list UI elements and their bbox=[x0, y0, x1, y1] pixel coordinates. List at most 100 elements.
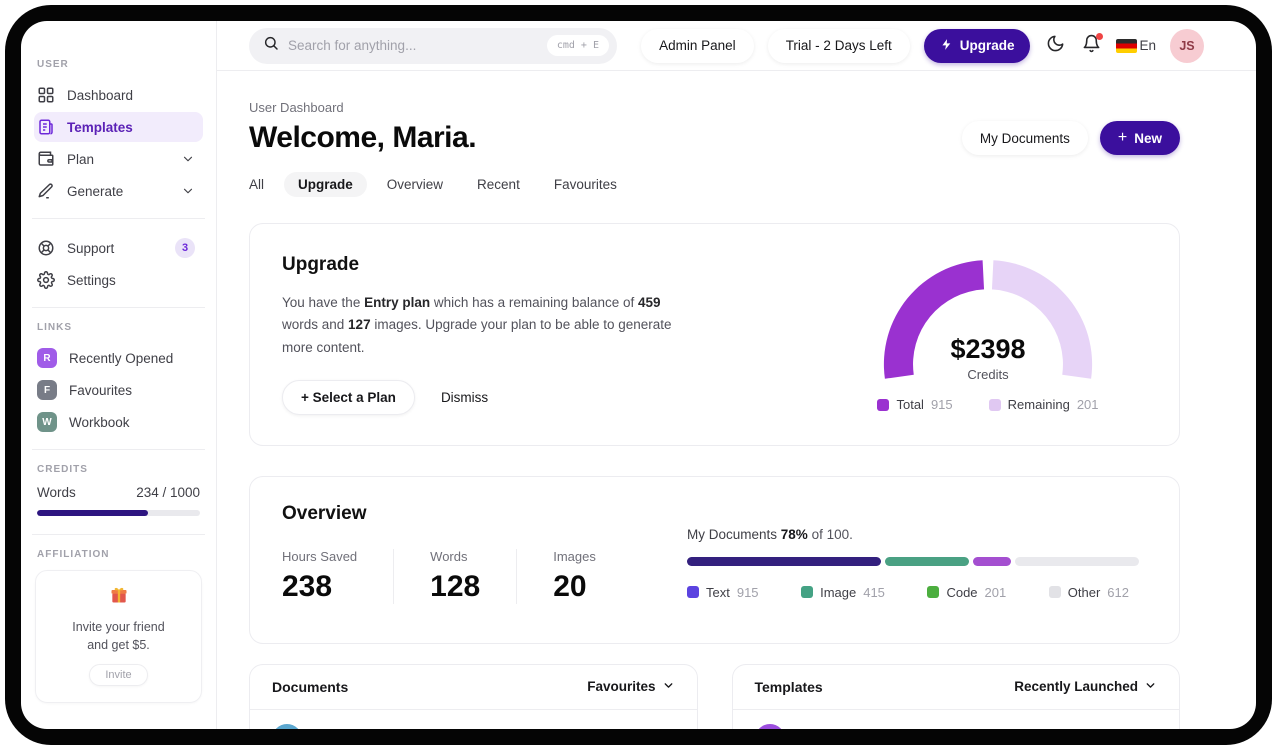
bottom-row: Documents Favourites Untitled Document i… bbox=[249, 663, 1180, 729]
link-initial-badge: R bbox=[37, 348, 57, 368]
list-item[interactable]: Blog Post Title in Workbook bbox=[733, 710, 1180, 729]
progress-segment-code bbox=[972, 556, 1012, 566]
sidebar-item-label: Templates bbox=[67, 119, 133, 135]
stat-words: Words 128 bbox=[430, 548, 518, 604]
affiliation-card: Invite your friend and get $5. Invite bbox=[35, 570, 202, 704]
link-initial-badge: W bbox=[37, 412, 57, 432]
tab-all[interactable]: All bbox=[249, 177, 264, 192]
sidebar-item-settings[interactable]: Settings bbox=[34, 265, 203, 295]
gauge-center-text: $2398 Credits bbox=[875, 334, 1101, 382]
plus-icon: + bbox=[1117, 129, 1128, 146]
bolt-icon bbox=[940, 38, 953, 54]
device-frame: USER Dashboard Templates Plan Generate S… bbox=[5, 5, 1272, 745]
sidebar-link-favourites[interactable]: F Favourites bbox=[34, 375, 203, 405]
search-input[interactable] bbox=[288, 38, 547, 53]
tab-overview[interactable]: Overview bbox=[387, 177, 443, 192]
search-bar[interactable]: cmd + E bbox=[249, 27, 617, 64]
chevron-down-icon bbox=[1144, 679, 1157, 695]
legend-item-image: Image 415 bbox=[801, 585, 885, 600]
templates-filter-dropdown[interactable]: Recently Launched bbox=[1014, 679, 1157, 695]
app-window: USER Dashboard Templates Plan Generate S… bbox=[21, 21, 1256, 729]
link-initial-badge: F bbox=[37, 380, 57, 400]
gift-icon bbox=[109, 587, 129, 609]
sidebar-item-label: Settings bbox=[67, 272, 116, 288]
gauge-label: Credits bbox=[967, 367, 1009, 383]
content: User Dashboard Welcome, Maria. My Docume… bbox=[217, 71, 1256, 729]
sidebar-item-generate[interactable]: Generate bbox=[34, 176, 203, 206]
admin-panel-button[interactable]: Admin Panel bbox=[641, 28, 754, 63]
legend-swatch bbox=[927, 586, 940, 599]
avatar[interactable]: JS bbox=[1170, 28, 1204, 63]
sidebar-item-label: Generate bbox=[67, 183, 124, 199]
overview-card-title: Overview bbox=[282, 502, 367, 524]
sidebar-section-affiliation: AFFILIATION bbox=[37, 549, 110, 560]
gear-icon bbox=[37, 271, 55, 289]
legend-item-remaining: Remaining 201 bbox=[988, 397, 1099, 412]
topbar-right: Admin Panel Trial - 2 Days Left Upgrade bbox=[641, 28, 1204, 63]
sidebar-item-plan[interactable]: Plan bbox=[34, 144, 203, 174]
sidebar-item-dashboard[interactable]: Dashboard bbox=[34, 80, 203, 110]
tab-upgrade[interactable]: Upgrade bbox=[284, 172, 367, 197]
credits-label: Words bbox=[37, 485, 76, 500]
sidebar-divider bbox=[32, 449, 205, 450]
chevron-down-icon bbox=[181, 184, 195, 198]
affiliation-text: Invite your friend and get $5. bbox=[72, 620, 165, 653]
select-plan-button[interactable]: + Select a Plan bbox=[282, 379, 415, 415]
document-avatar bbox=[272, 723, 302, 729]
page-title: Welcome, Maria. bbox=[249, 121, 477, 154]
sidebar-item-templates[interactable]: Templates bbox=[34, 112, 203, 142]
sidebar-link-workbook[interactable]: W Workbook bbox=[34, 407, 203, 437]
language-label: En bbox=[1139, 38, 1156, 53]
trial-status-button[interactable]: Trial - 2 Days Left bbox=[767, 28, 910, 63]
legend-swatch bbox=[1048, 586, 1061, 599]
legend-swatch bbox=[801, 586, 814, 599]
invite-button[interactable]: Invite bbox=[89, 664, 148, 687]
chevron-down-icon bbox=[662, 679, 675, 695]
german-flag-icon bbox=[1116, 38, 1138, 53]
sidebar-section-links: LINKS bbox=[37, 322, 72, 333]
chevron-down-icon bbox=[181, 152, 195, 166]
search-shortcut: cmd + E bbox=[546, 35, 609, 56]
credits-progress-fill bbox=[37, 510, 148, 516]
legend-item-text: Text 915 bbox=[687, 585, 759, 600]
my-documents-button[interactable]: My Documents bbox=[961, 121, 1088, 155]
stats-row: Hours Saved 238 Words 128 Images 20 bbox=[282, 548, 668, 604]
moon-icon bbox=[1046, 34, 1065, 58]
documents-filter-dropdown[interactable]: Favourites bbox=[587, 679, 674, 695]
sidebar-item-label: Workbook bbox=[69, 414, 130, 430]
sidebar-divider bbox=[32, 218, 205, 219]
tab-favourites[interactable]: Favourites bbox=[554, 177, 617, 192]
dismiss-button[interactable]: Dismiss bbox=[441, 390, 488, 405]
upgrade-card: Upgrade You have the Entry plan which ha… bbox=[249, 223, 1180, 446]
gauge-value: $2398 bbox=[950, 334, 1026, 365]
sidebar-link-recently-opened[interactable]: R Recently Opened bbox=[34, 343, 203, 373]
notifications-button[interactable] bbox=[1080, 32, 1104, 57]
new-button[interactable]: + New bbox=[1099, 121, 1180, 155]
sidebar-section-user: USER bbox=[37, 59, 69, 70]
pencil-icon bbox=[37, 182, 55, 200]
dark-mode-toggle[interactable] bbox=[1044, 35, 1066, 57]
upgrade-card-body: You have the Entry plan which has a rema… bbox=[282, 295, 672, 355]
upgrade-card-title: Upgrade bbox=[282, 254, 360, 275]
sidebar-section-credits: CREDITS bbox=[37, 464, 88, 475]
lifebuoy-icon bbox=[37, 239, 55, 257]
sidebar-item-support[interactable]: Support 3 bbox=[34, 233, 203, 263]
templates-card-title: Templates bbox=[754, 678, 823, 695]
main-area: cmd + E Admin Panel Trial - 2 Days Left … bbox=[217, 21, 1256, 729]
credits-progress-bar bbox=[37, 510, 200, 516]
sidebar-divider bbox=[32, 534, 205, 535]
list-item[interactable]: Untitled Document in Workbook bbox=[250, 710, 697, 729]
breadcrumb: User Dashboard bbox=[249, 100, 344, 115]
language-selector[interactable]: En bbox=[1116, 38, 1156, 53]
templates-icon bbox=[37, 118, 55, 136]
progress-segment-text bbox=[687, 556, 882, 566]
upgrade-button[interactable]: Upgrade bbox=[923, 28, 1031, 63]
legend-swatch bbox=[687, 586, 699, 599]
stat-hours-saved: Hours Saved 238 bbox=[282, 548, 395, 604]
documents-card: Documents Favourites Untitled Document i… bbox=[249, 663, 698, 729]
tab-recent[interactable]: Recent bbox=[477, 177, 520, 192]
overview-card-left: Overview Hours Saved 238 Words 128 Image… bbox=[282, 503, 668, 613]
gauge-legend: Total 915 Remaining 201 bbox=[875, 397, 1101, 412]
notification-dot bbox=[1096, 32, 1104, 40]
stacked-progress-bar bbox=[687, 556, 1139, 566]
